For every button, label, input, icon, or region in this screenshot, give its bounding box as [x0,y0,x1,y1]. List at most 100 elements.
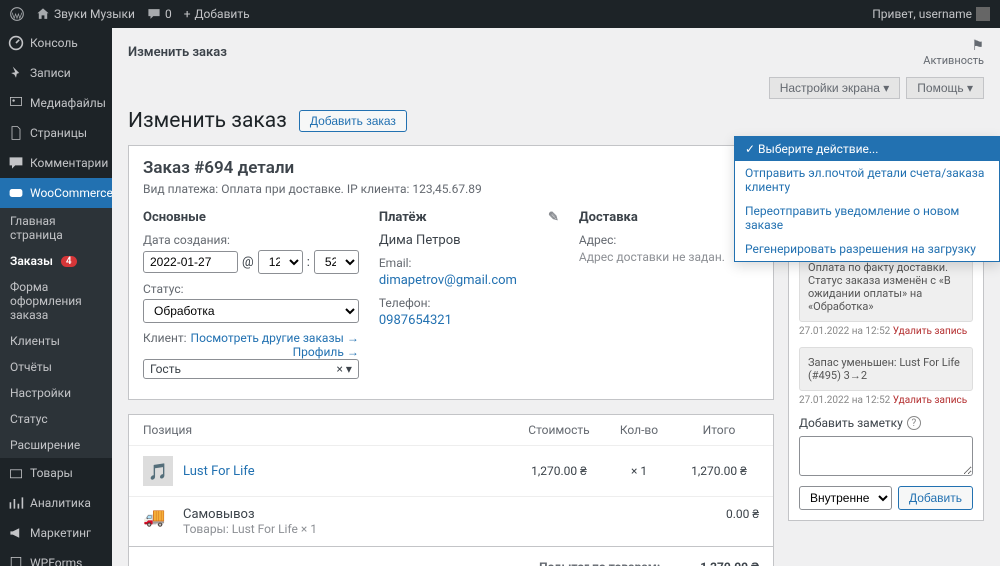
help-icon[interactable]: ? [907,416,921,430]
delete-note-link[interactable]: Удалить запись [893,395,967,406]
note-date: 27.01.2022 на 12:52 [799,326,890,337]
chart-icon [8,495,24,511]
status-label: Статус: [143,282,359,296]
sidebar-item-woocommerce[interactable]: WooCommerce [0,178,112,208]
address-label: Адрес: [579,233,759,247]
sidebar-sub-home[interactable]: Главная страница [0,208,112,248]
sidebar-item-comments[interactable]: Комментарии [0,148,112,178]
edit-billing-icon[interactable]: ✎ [548,210,559,225]
note-date: 27.01.2022 на 12:52 [799,395,890,406]
media-icon [8,95,24,111]
item-qty: × 1 [599,464,679,478]
form-icon [8,555,24,566]
date-input[interactable] [143,251,238,273]
sidebar-item-media[interactable]: Медиафайлы [0,88,112,118]
add-order-button[interactable]: Добавить заказ [299,110,407,132]
sidebar-item-pages[interactable]: Страницы [0,118,112,148]
sidebar-sub-reports[interactable]: Отчёты [0,354,112,380]
dashboard-icon [8,35,24,51]
activity-link[interactable]: ⚑Активность [923,38,984,67]
help-button[interactable]: Помощь ▾ [906,77,984,99]
pin-icon [8,65,24,81]
sidebar-sub-status[interactable]: Статус [0,406,112,432]
order-note: Оплата по факту доставки. Статус заказа … [799,252,973,322]
col-pay-header: Платёж [379,210,427,225]
actions-dropdown: Выберите действие... Отправить эл.почтой… [734,136,1000,262]
address-none: Адрес доставки не задан. [579,250,725,264]
sidebar-item-wpforms[interactable]: WPForms [0,548,112,566]
truck-icon: 🚚 [143,507,173,531]
add-note-label: Добавить заметку [799,416,903,430]
wp-logo[interactable] [10,7,24,21]
order-items-panel: Позиция Стоимость Кол-во Итого 🎵 Lust Fo… [128,414,774,566]
sidebar-sub-orders[interactable]: Заказы4 [0,248,112,274]
sidebar-item-analytics[interactable]: Аналитика [0,488,112,518]
sidebar-item-posts[interactable]: Записи [0,58,112,88]
order-note: Запас уменьшен: Lust For Life (#495) 3→2 [799,347,973,391]
customer-select[interactable]: Гость× ▾ [143,359,359,379]
item-total: 1,270.00 ₴ [679,464,759,478]
sidebar-item-products[interactable]: Товары [0,458,112,488]
sidebar-sub-extensions[interactable]: Расширение [0,432,112,458]
action-option[interactable]: Регенерировать разрешения на загрузку [735,237,999,261]
col-basic-header: Основные [143,210,359,225]
email-link[interactable]: dimapetrov@gmail.com [379,273,517,288]
phone-link[interactable]: 0987654321 [379,313,452,328]
screen-options-button[interactable]: Настройки экрана ▾ [769,77,901,99]
add-note-button[interactable]: Добавить [898,486,973,510]
email-label: Email: [379,256,559,270]
add-new[interactable]: + Добавить [184,7,250,21]
action-option[interactable]: Отправить эл.почтой детали счета/заказа … [735,161,999,199]
comment-icon [8,155,24,171]
hdr-qty: Кол-во [599,423,679,437]
item-cost: 1,270.00 ₴ [519,464,599,478]
subtotal-label: Подытог по товарам: [539,560,660,566]
minute-select[interactable]: 52 [314,250,359,274]
avatar-icon [976,7,990,21]
ship-total: 0.00 ₴ [679,507,759,521]
flag-icon: ⚑ [971,38,984,54]
comments-count[interactable]: 0 [147,7,172,21]
hdr-total: Итого [679,423,759,437]
admin-sidebar: Консоль Записи Медиафайлы Страницы Комме… [0,28,112,566]
col-ship-header: Доставка [579,210,638,225]
order-details-panel: Заказ #694 детали Вид платежа: Оплата пр… [128,145,774,400]
action-option[interactable]: Выберите действие... [735,137,999,161]
sidebar-item-marketing[interactable]: Маркетинг [0,518,112,548]
ship-method: Самовывоз [183,507,679,522]
megaphone-icon [8,525,24,541]
hour-select[interactable]: 12 [258,250,303,274]
site-home[interactable]: Звуки Музыки [36,7,135,21]
order-subtitle: Вид платежа: Оплата при доставке. IP кли… [143,182,759,196]
main-content: Изменить заказ ⚑Активность Настройки экр… [112,28,1000,566]
note-textarea[interactable] [799,436,973,476]
breadcrumb: Изменить заказ [128,45,227,60]
sidebar-item-dashboard[interactable]: Консоль [0,28,112,58]
order-title: Заказ #694 детали [143,158,759,178]
action-option[interactable]: Переотправить уведомление о новом заказе [735,199,999,237]
orders-badge: 4 [61,256,77,267]
date-label: Дата создания: [143,233,359,247]
sidebar-sub-checkout[interactable]: Форма оформления заказа [0,274,112,328]
payer-name: Дима Петров [379,233,559,248]
product-link[interactable]: Lust For Life [183,464,255,479]
phone-label: Телефон: [379,296,559,310]
products-icon [8,465,24,481]
other-orders-link[interactable]: Посмотреть другие заказы → [191,331,359,345]
woo-submenu: Главная страница Заказы4 Форма оформлени… [0,208,112,458]
product-thumb: 🎵 [143,456,173,486]
user-greeting[interactable]: Привет, username [872,7,990,21]
woo-icon [8,185,24,201]
delete-note-link[interactable]: Удалить запись [893,326,967,337]
hdr-item: Позиция [143,423,519,437]
line-item: 🎵 Lust For Life 1,270.00 ₴ × 1 1,270.00 … [129,445,773,496]
at-symbol: @ [242,255,254,270]
status-select[interactable]: Обработка [143,299,359,323]
page-icon [8,125,24,141]
ship-detail: Товары: Lust For Life × 1 [183,522,679,536]
profile-link[interactable]: Профиль → [293,345,359,359]
sidebar-sub-customers[interactable]: Клиенты [0,328,112,354]
admin-bar: Звуки Музыки 0 + Добавить Привет, userna… [0,0,1000,28]
note-type-select[interactable]: Внутреннее [799,486,892,510]
sidebar-sub-settings[interactable]: Настройки [0,380,112,406]
